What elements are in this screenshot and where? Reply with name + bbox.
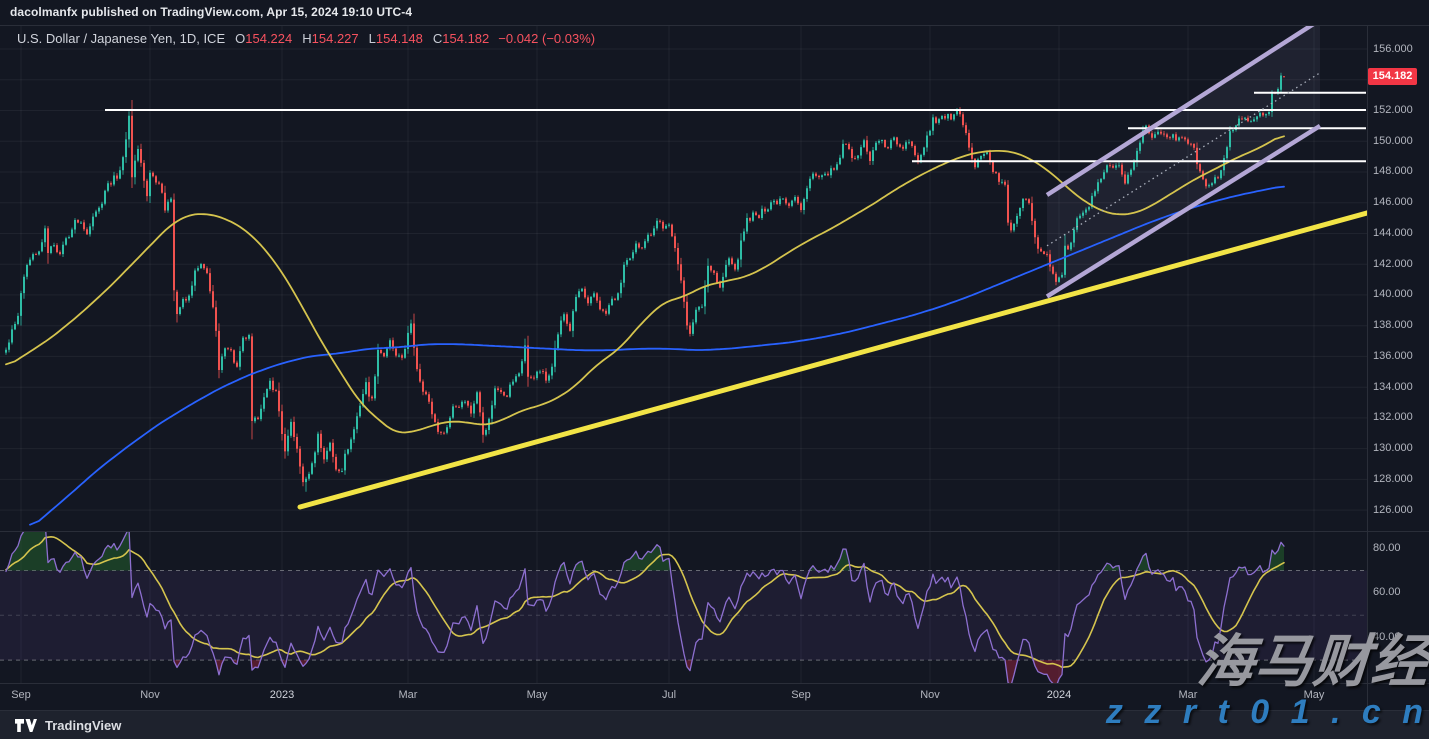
rsi-axis-label: 80.00: [1373, 541, 1425, 556]
tradingview-logo-icon[interactable]: [15, 719, 37, 733]
time-axis-label: May: [1304, 689, 1325, 701]
last-price-badge: 154.182: [1368, 68, 1417, 85]
footer-bar: TradingView: [0, 710, 1429, 739]
price-axis-label: 144.000: [1373, 226, 1425, 241]
price-axis-label: 140.000: [1373, 287, 1425, 302]
chart-canvas[interactable]: [0, 0, 1429, 739]
tradingview-brand[interactable]: TradingView: [45, 718, 121, 733]
time-axis-label: Mar: [399, 689, 418, 701]
symbol-legend[interactable]: U.S. Dollar / Japanese Yen, 1D, ICEO154.…: [17, 31, 595, 46]
time-axis-label: Jul: [662, 689, 676, 701]
price-axis-label: 138.000: [1373, 318, 1425, 333]
tradingview-published-chart: dacolmanfx published on TradingView.com,…: [0, 0, 1429, 739]
time-axis-label: Sep: [791, 689, 811, 701]
time-axis-label: Sep: [11, 689, 31, 701]
ohlc-value: 154.227: [312, 31, 359, 46]
price-axis-label: 128.000: [1373, 472, 1425, 487]
price-axis-label: 152.000: [1373, 103, 1425, 118]
time-axis-label: Nov: [140, 689, 160, 701]
ohlc-key: C: [433, 31, 442, 46]
axis-divider: [1367, 25, 1368, 710]
price-axis-label: 146.000: [1373, 195, 1425, 210]
ohlc-key: O: [235, 31, 245, 46]
symbol-title: U.S. Dollar / Japanese Yen, 1D, ICE: [17, 31, 225, 46]
rsi-axis-label: 40.00: [1373, 630, 1425, 645]
price-axis-label: 134.000: [1373, 380, 1425, 395]
pane-divider: [0, 531, 1429, 532]
price-axis-label: 136.000: [1373, 349, 1425, 364]
price-axis-label: 142.000: [1373, 257, 1425, 272]
time-axis-label: 2024: [1047, 689, 1071, 701]
ohlc-value: 154.148: [376, 31, 423, 46]
price-axis-label: 126.000: [1373, 503, 1425, 518]
time-axis-label: May: [527, 689, 548, 701]
price-change: −0.042 (−0.03%): [498, 31, 595, 46]
ohlc-values: O154.224 H154.227 L154.148 C154.182: [225, 31, 489, 46]
time-axis-label: 2023: [270, 689, 294, 701]
price-axis-label: 150.000: [1373, 134, 1425, 149]
price-axis-label: 132.000: [1373, 410, 1425, 425]
time-axis-label: Mar: [1179, 689, 1198, 701]
timeaxis-divider: [0, 683, 1429, 684]
ohlc-key: H: [302, 31, 311, 46]
rsi-axis-label: 60.00: [1373, 585, 1425, 600]
ohlc-key: L: [369, 31, 376, 46]
ohlc-value: 154.224: [245, 31, 292, 46]
time-axis-label: Nov: [920, 689, 940, 701]
price-axis-label: 156.000: [1373, 42, 1425, 57]
price-axis-label: 148.000: [1373, 164, 1425, 179]
price-axis-label: 130.000: [1373, 441, 1425, 456]
ohlc-value: 154.182: [442, 31, 489, 46]
header-divider: [0, 25, 1429, 26]
attribution-text: dacolmanfx published on TradingView.com,…: [10, 5, 412, 19]
